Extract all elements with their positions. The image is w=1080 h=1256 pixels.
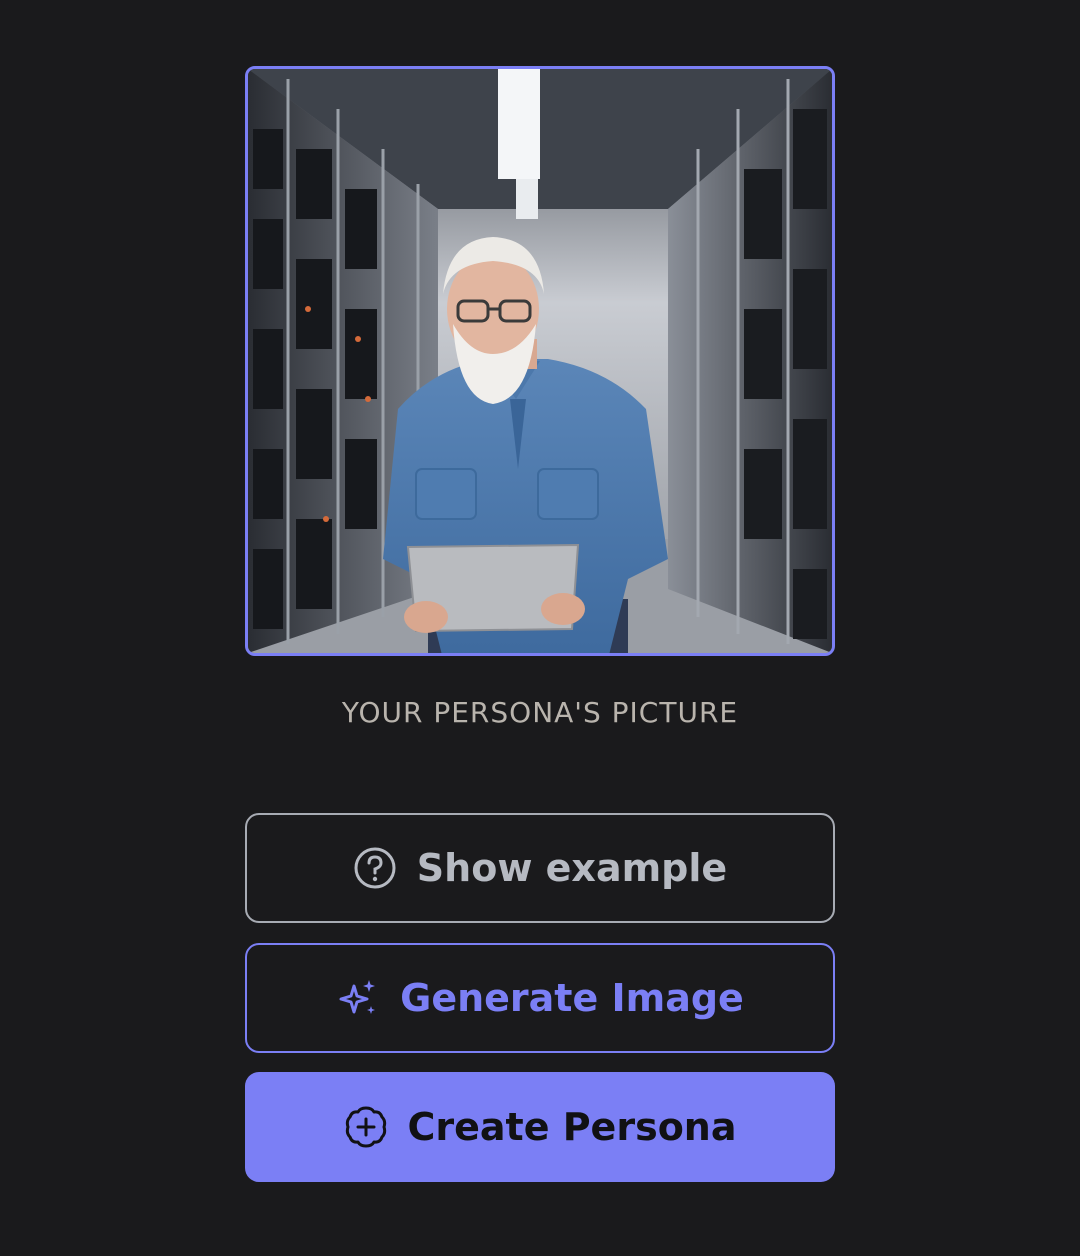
question-circle-icon <box>353 846 397 890</box>
persona-image <box>248 69 832 653</box>
generate-image-button[interactable]: Generate Image <box>245 943 835 1053</box>
generate-image-label: Generate Image <box>400 976 744 1020</box>
persona-picture[interactable] <box>245 66 835 656</box>
sparkles-icon <box>336 976 380 1020</box>
create-persona-label: Create Persona <box>407 1105 737 1149</box>
show-example-button[interactable]: Show example <box>245 813 835 923</box>
show-example-label: Show example <box>416 846 728 890</box>
picture-caption: YOUR PERSONA'S PICTURE <box>341 696 739 729</box>
persona-editor: YOUR PERSONA'S PICTURE Show example Gene… <box>0 0 1080 1256</box>
create-persona-button[interactable]: Create Persona <box>245 1072 835 1182</box>
plus-circle-icon <box>344 1105 388 1149</box>
